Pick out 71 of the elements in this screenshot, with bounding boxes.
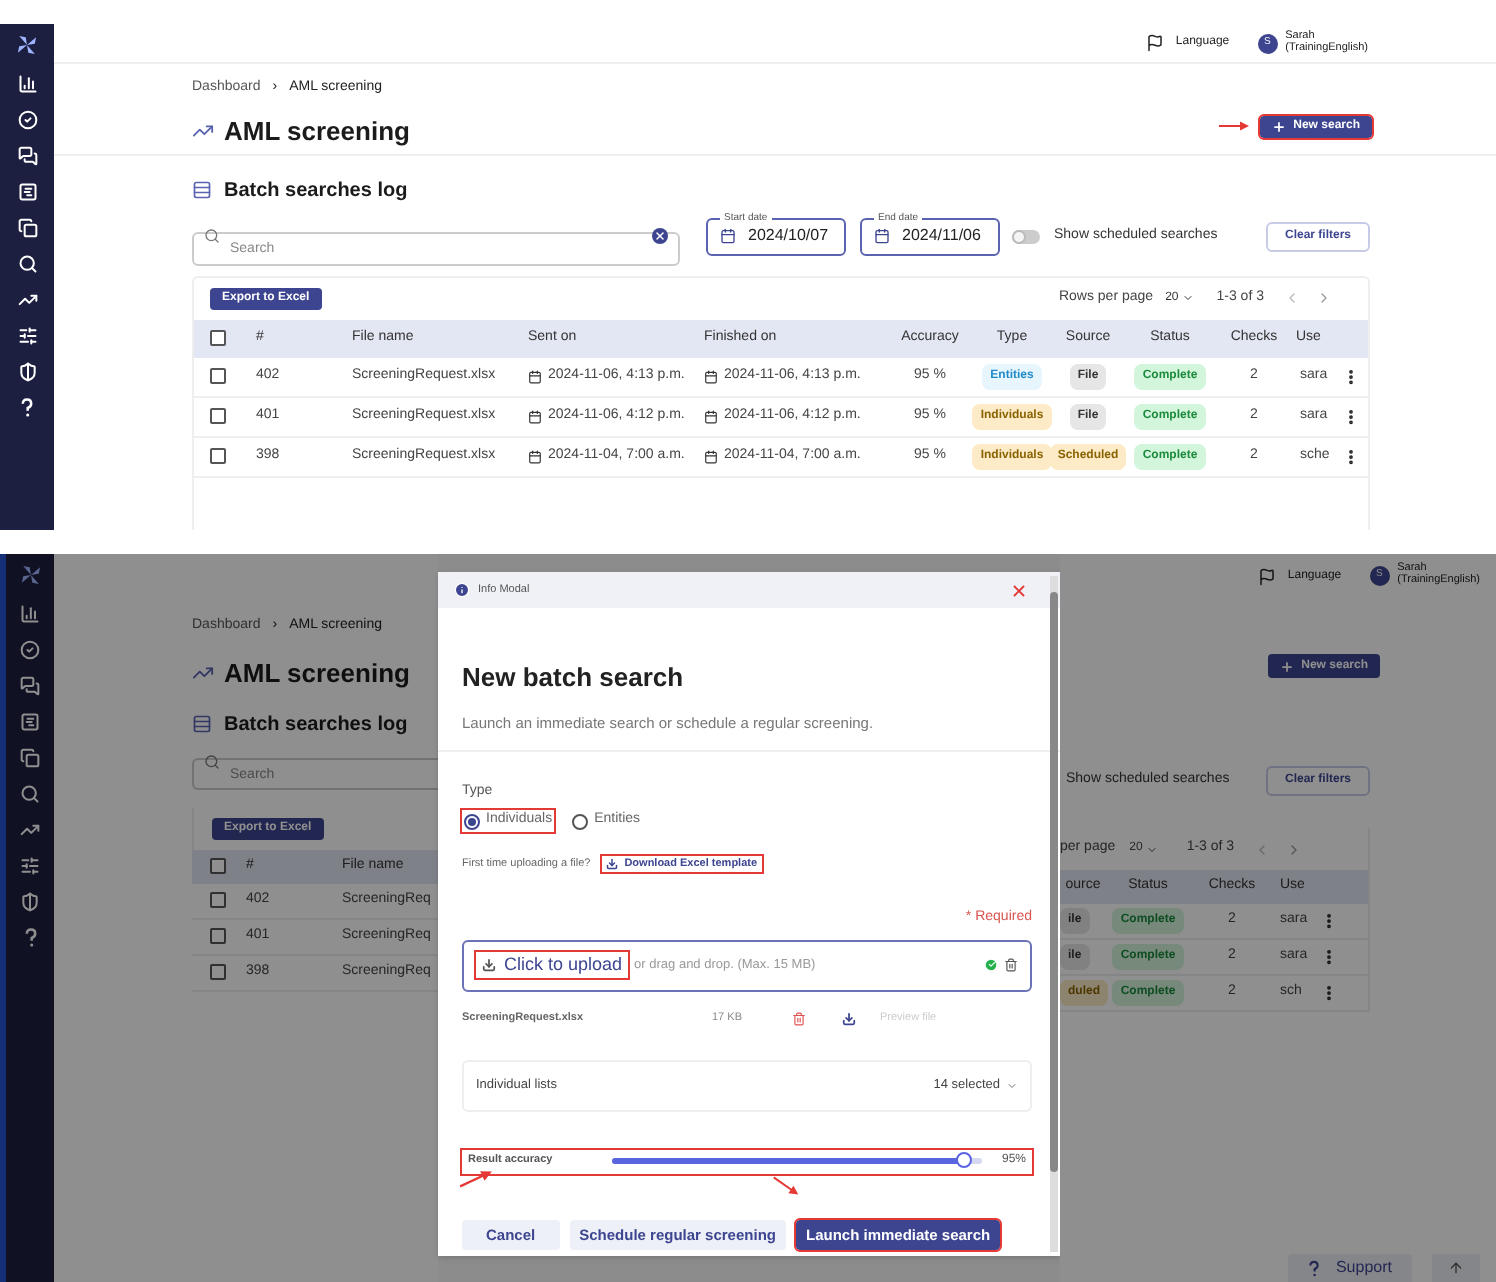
checkbox[interactable]: [210, 330, 226, 346]
checkbox[interactable]: [210, 892, 226, 908]
search-icon: [204, 228, 220, 244]
section-title: Batch searches log: [224, 177, 408, 205]
date-value: 2024/11/06: [902, 224, 981, 248]
delete-icon[interactable]: [792, 1012, 806, 1026]
check-circle-icon[interactable]: [17, 110, 37, 130]
logo-icon: [17, 562, 43, 588]
delete-icon[interactable]: [1004, 958, 1018, 972]
upload-icon: [482, 958, 496, 972]
trend-line-icon[interactable]: [20, 820, 40, 840]
calendar-icon: [528, 449, 542, 463]
search-icon[interactable]: [20, 784, 40, 804]
checkbox[interactable]: [210, 964, 226, 980]
calendar-icon: [704, 369, 718, 383]
plus-icon: [1271, 119, 1286, 133]
question-mark-icon[interactable]: [20, 398, 34, 418]
sliders-icon[interactable]: [17, 326, 37, 346]
question-mark-icon: [1307, 1259, 1320, 1277]
upload-link[interactable]: Click to upload: [476, 951, 629, 979]
chart-square-icon[interactable]: [20, 712, 40, 732]
checkbox[interactable]: [210, 448, 226, 464]
list-icon: [192, 180, 212, 200]
check-circle-icon[interactable]: [20, 640, 40, 660]
info-icon: [454, 582, 470, 598]
list-icon: [192, 714, 212, 734]
flag-icon: [1145, 34, 1164, 52]
shield-icon[interactable]: [20, 892, 40, 912]
date-value: 2024/10/07: [748, 224, 829, 248]
calendar-icon: [528, 369, 542, 383]
copy-icon[interactable]: [20, 748, 40, 768]
search-icon[interactable]: [17, 254, 37, 274]
checkbox[interactable]: [210, 408, 226, 424]
page-title: AML screening: [224, 113, 410, 150]
checkbox[interactable]: [210, 368, 226, 384]
trend-line-icon[interactable]: [17, 290, 37, 310]
question-mark-icon[interactable]: [23, 928, 37, 948]
close-icon[interactable]: [1010, 581, 1028, 599]
checkbox[interactable]: [210, 858, 226, 874]
caret-icon: [1006, 1079, 1018, 1091]
calendar-icon: [874, 228, 890, 244]
bar-chart-icon[interactable]: [17, 74, 37, 94]
search-icon: [204, 753, 220, 769]
logo-icon: [14, 32, 40, 58]
copy-icon[interactable]: [17, 218, 37, 238]
caret-icon: [1146, 843, 1159, 855]
flag-icon: [1257, 567, 1276, 585]
shield-icon[interactable]: [17, 362, 37, 382]
page-title: AML screening: [224, 655, 410, 692]
calendar-icon: [704, 409, 718, 423]
download-icon: [606, 857, 619, 870]
next-page-icon[interactable]: [1316, 290, 1332, 306]
modal-title: New batch search: [462, 660, 686, 696]
arrow-up-icon: [1448, 1260, 1464, 1276]
support-button[interactable]: Support: [1287, 1254, 1412, 1282]
checkbox[interactable]: [210, 928, 226, 944]
download-icon[interactable]: [842, 1012, 856, 1026]
chat-icon[interactable]: [17, 146, 37, 166]
sliders-icon[interactable]: [20, 856, 40, 876]
chat-icon[interactable]: [20, 676, 40, 696]
caret-icon: [1182, 292, 1195, 304]
section-title: Batch searches log: [224, 711, 408, 739]
chart-square-icon[interactable]: [17, 182, 37, 202]
slider-handle[interactable]: [955, 1152, 972, 1168]
calendar-icon: [704, 449, 718, 463]
clear-search-icon[interactable]: [652, 228, 668, 244]
toggle-switch[interactable]: [1012, 229, 1040, 243]
plus-icon: [1279, 659, 1294, 673]
bar-chart-icon[interactable]: [20, 604, 40, 624]
calendar-icon: [720, 228, 736, 244]
calendar-icon: [528, 409, 542, 423]
